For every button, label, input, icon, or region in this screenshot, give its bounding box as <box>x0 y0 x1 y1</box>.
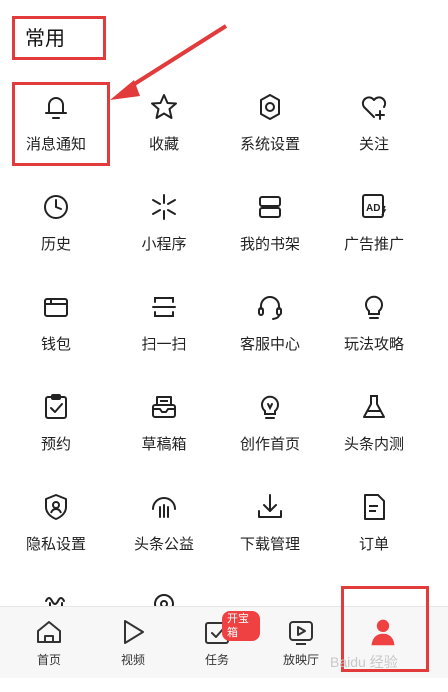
watermark: Baidu 经验 <box>330 654 398 670</box>
grid-item-download-manager[interactable]: 下载管理 <box>214 475 326 565</box>
grid-item-label: 隐私设置 <box>25 535 86 553</box>
grid-item-scan[interactable]: 扫一扫 <box>108 275 220 365</box>
grid-item-label: 历史 <box>40 235 71 253</box>
grid-item-ad-promotion[interactable]: AD 广告推广 <box>318 175 430 265</box>
home-icon <box>34 617 64 647</box>
grid-item-label: 预约 <box>40 435 71 453</box>
grid-item-favorites[interactable]: 收藏 <box>108 75 220 165</box>
wallet-icon <box>40 291 72 323</box>
grid-item-history[interactable]: 历史 <box>0 175 112 265</box>
download-icon <box>254 491 286 523</box>
settings-screen: 常用 消息通知 收藏 系统设置 关注 历史 小程序 我的书架 AD 广告推广 钱… <box>0 0 448 692</box>
star-icon <box>148 91 180 123</box>
grid-item-privacy-settings[interactable]: 隐私设置 <box>0 475 112 565</box>
lightbulb-icon <box>358 291 390 323</box>
grid-item-label: 消息通知 <box>25 135 86 153</box>
gear-icon <box>254 91 286 123</box>
tab-label: 首页 <box>36 653 61 667</box>
treasure-badge: 开宝箱 <box>222 611 260 641</box>
grid-item-following[interactable]: 关注 <box>318 75 430 165</box>
shield-user-icon <box>40 491 72 523</box>
grid-item-label: 广告推广 <box>343 235 404 253</box>
asterisk-icon <box>148 191 180 223</box>
grid-item-bookshelf[interactable]: 我的书架 <box>214 175 326 265</box>
grid-item-label: 创作首页 <box>239 435 300 453</box>
grid-item-label: 玩法攻略 <box>343 335 404 353</box>
headset-icon <box>254 291 286 323</box>
grid-item-orders[interactable]: 订单 <box>318 475 430 565</box>
tab-video[interactable]: 视频 <box>90 607 176 679</box>
grid-item-label: 订单 <box>358 535 389 553</box>
clipboard-check-icon <box>40 391 72 423</box>
grid-item-messages[interactable]: 消息通知 <box>0 75 112 165</box>
grid-item-label: 钱包 <box>40 335 71 353</box>
tab-tasks[interactable]: 开宝箱 任务 <box>174 607 260 679</box>
cinema-icon <box>286 617 316 647</box>
profile-person-icon <box>368 617 402 651</box>
grid-item-label: 关注 <box>358 135 389 153</box>
inbox-icon <box>148 391 180 423</box>
grid-item-label: 客服中心 <box>239 335 300 353</box>
svg-text:AD: AD <box>366 203 380 214</box>
grid-item-drafts[interactable]: 草稿箱 <box>108 375 220 465</box>
bell-icon <box>40 91 72 123</box>
grid-item-label: 系统设置 <box>239 135 300 153</box>
grid-item-gameplay-guide[interactable]: 玩法攻略 <box>318 275 430 365</box>
document-icon <box>358 491 390 523</box>
grid-item-label: 收藏 <box>148 135 179 153</box>
bulb-pen-icon <box>254 391 286 423</box>
grid-item-label: 我的书架 <box>239 235 300 253</box>
clock-icon <box>40 191 72 223</box>
tab-home[interactable]: 首页 <box>6 607 92 679</box>
grid-item-label: 小程序 <box>141 235 187 253</box>
ad-icon: AD <box>358 191 390 223</box>
heart-plus-icon <box>358 91 390 123</box>
tab-label: 视频 <box>120 653 145 667</box>
grid-item-reservations[interactable]: 预约 <box>0 375 112 465</box>
grid-item-wallet[interactable]: 钱包 <box>0 275 112 365</box>
scan-icon <box>148 291 180 323</box>
grid-item-customer-service[interactable]: 客服中心 <box>214 275 326 365</box>
tab-label: 任务 <box>204 653 229 667</box>
grid-item-label: 扫一扫 <box>141 335 187 353</box>
bookshelf-icon <box>254 191 286 223</box>
grid-item-mini-programs[interactable]: 小程序 <box>108 175 220 265</box>
section-title: 常用 <box>12 16 106 60</box>
grid-item-charity[interactable]: 头条公益 <box>108 475 220 565</box>
grid-item-beta-test[interactable]: 头条内测 <box>318 375 430 465</box>
play-icon <box>118 617 148 647</box>
grid-item-system-settings[interactable]: 系统设置 <box>214 75 326 165</box>
grid-item-label: 头条内测 <box>343 435 404 453</box>
grid-item-creator-home[interactable]: 创作首页 <box>214 375 326 465</box>
charity-hand-icon <box>148 491 180 523</box>
flask-icon <box>358 391 390 423</box>
tab-label: 放映厅 <box>282 653 319 667</box>
grid-item-label: 下载管理 <box>239 535 300 553</box>
bottom-strip <box>0 678 448 692</box>
grid-item-label: 头条公益 <box>133 535 194 553</box>
grid-item-label: 草稿箱 <box>141 435 187 453</box>
